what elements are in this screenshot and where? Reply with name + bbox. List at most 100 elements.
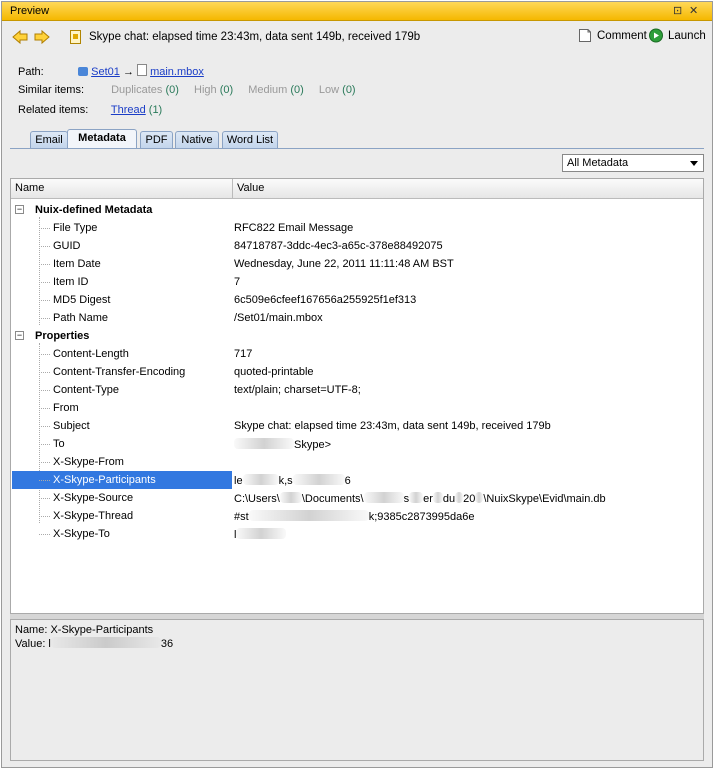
thread-link[interactable]: Thread	[111, 104, 146, 116]
launch-icon	[649, 28, 663, 43]
row-value-text: \Documents\	[301, 493, 364, 505]
column-separator[interactable]	[232, 179, 233, 198]
redacted-text	[279, 492, 302, 503]
row-value: C:\Users\ \Documents\ s er du 20 \NuixSkype\Ev…	[234, 492, 606, 505]
tab-email[interactable]: Email	[30, 131, 68, 148]
table-row[interactable]: Content-Transfer-Encoding quoted-printabl…	[11, 363, 703, 381]
redacted-text	[242, 474, 279, 485]
tree-connector	[39, 390, 50, 391]
group-properties[interactable]: − Properties	[11, 327, 703, 345]
redacted-text	[363, 492, 404, 503]
item-title: Skype chat: elapsed time 23:43m, data se…	[89, 31, 421, 43]
row-name: X-Skype-Source	[53, 492, 134, 504]
collapse-toggle-icon[interactable]: −	[15, 205, 24, 214]
path-file-link[interactable]: main.mbox	[150, 66, 204, 78]
row-value: RFC822 Email Message	[234, 222, 354, 234]
tree-connector	[39, 462, 50, 463]
table-row[interactable]: From	[11, 399, 703, 417]
row-name: MD5 Digest	[53, 294, 111, 306]
low-count: (0)	[342, 84, 356, 96]
row-value: quoted-printable	[234, 366, 314, 378]
medium-link[interactable]: Medium	[248, 84, 287, 96]
close-icon[interactable]: ✕	[689, 4, 698, 17]
table-row[interactable]: X-Skype-Source C:\Users\ \Documents\ s er du…	[11, 489, 703, 507]
tab-native[interactable]: Native	[175, 131, 219, 148]
table-row[interactable]: Content-Type text/plain; charset=UTF-8;	[11, 381, 703, 399]
row-name: X-Skype-From	[53, 456, 124, 468]
path-set-link[interactable]: Set01	[91, 66, 120, 78]
metadata-filter-value: All Metadata	[567, 157, 629, 169]
row-value: #st k;9385c2873995da6e	[234, 510, 475, 523]
group-label: Nuix-defined Metadata	[35, 204, 153, 216]
table-header: Name Value	[11, 179, 703, 199]
row-value-text: Skype>	[294, 439, 331, 451]
row-name: X-Skype-To	[53, 528, 110, 540]
row-value: l	[234, 528, 287, 541]
column-header-value[interactable]: Value	[237, 182, 264, 194]
launch-label: Launch	[668, 30, 706, 42]
duplicates-count: (0)	[165, 84, 179, 96]
row-name: Item ID	[53, 276, 89, 288]
row-name: X-Skype-Thread	[53, 510, 134, 522]
table-row[interactable]: Path Name/Set01/main.mbox	[11, 309, 703, 327]
tab-pdf[interactable]: PDF	[140, 131, 173, 148]
high-link[interactable]: High	[194, 84, 217, 96]
table-row[interactable]: X-Skype-To l	[11, 525, 703, 543]
row-value: 717	[234, 348, 253, 360]
launch-button[interactable]: Launch	[649, 28, 706, 43]
row-value: text/plain; charset=UTF-8;	[234, 384, 361, 396]
tree-connector	[39, 300, 50, 301]
table-row[interactable]: X-Skype-Thread #st k;9385c2873995da6e	[11, 507, 703, 525]
table-row[interactable]: Content-Length 717	[11, 345, 703, 363]
column-header-name[interactable]: Name	[15, 182, 44, 194]
row-value-text: du	[442, 493, 456, 505]
comment-label: Comment	[597, 30, 647, 42]
table-row[interactable]: Subject Skype chat: elapsed time 23:43m, …	[11, 417, 703, 435]
table-row[interactable]: X-Skype-From	[11, 453, 703, 471]
table-row[interactable]: Item Date Wednesday, June 22, 2011 11:11:…	[11, 255, 703, 273]
related-row: Related items: Thread (1)	[18, 104, 162, 116]
table-row[interactable]: To Skype>	[11, 435, 703, 453]
email-item-icon	[70, 30, 81, 44]
collapse-toggle-icon[interactable]: −	[15, 331, 24, 340]
tree-connector	[39, 246, 50, 247]
metadata-filter-select[interactable]: All Metadata	[562, 154, 704, 172]
low-link[interactable]: Low	[319, 84, 339, 96]
back-arrow-icon[interactable]	[12, 29, 28, 45]
table-row[interactable]: File Type RFC822 Email Message	[11, 219, 703, 237]
toolbar: Skype chat: elapsed time 23:43m, data se…	[2, 21, 712, 59]
table-row[interactable]: MD5 Digest 6c509e6cfeef167656a255925f1ef3…	[11, 291, 703, 309]
tree-connector	[39, 498, 50, 499]
redacted-text	[292, 474, 345, 485]
tree-connector	[39, 426, 50, 427]
tree-connector	[39, 372, 50, 373]
row-value: 84718787-3ddc-4ec3-a65c-378e88492075	[234, 240, 443, 252]
row-name: To	[53, 438, 65, 450]
row-value-text: #st	[234, 511, 249, 523]
duplicates-link[interactable]: Duplicates	[111, 84, 162, 96]
tree-connector	[39, 534, 50, 535]
row-value-text: \NuixSkype\Evid\main.db	[483, 493, 606, 505]
forward-arrow-icon[interactable]	[34, 29, 50, 45]
row-value-text: le	[234, 475, 243, 487]
tab-word-list[interactable]: Word List	[222, 131, 278, 148]
group-nuix-metadata[interactable]: − Nuix-defined Metadata	[11, 201, 703, 219]
detail-name: Name: X-Skype-Participants	[15, 624, 154, 636]
row-value: 6c509e6cfeef167656a255925f1ef313	[234, 294, 417, 306]
comment-button[interactable]: Comment	[579, 29, 647, 42]
row-value: Skype chat: elapsed time 23:43m, data se…	[234, 420, 551, 432]
tree-connector	[39, 282, 50, 283]
tab-metadata[interactable]: Metadata	[67, 129, 137, 149]
row-value-text: k,s	[278, 475, 293, 487]
table-row[interactable]: GUID 84718787-3ddc-4ec3-a65c-378e88492075	[11, 237, 703, 255]
table-row-selected[interactable]: X-Skype-Participants le k,s 6	[11, 471, 703, 489]
chevron-down-icon	[690, 161, 698, 166]
redacted-text	[234, 438, 294, 449]
title-bar: Preview ⊡ ✕	[2, 2, 712, 21]
high-count: (0)	[219, 84, 234, 96]
row-name: Subject	[53, 420, 90, 432]
restore-icon[interactable]: ⊡	[673, 4, 682, 17]
path-arrow: →	[122, 66, 134, 78]
detail-value-text: 36	[160, 638, 174, 650]
table-row[interactable]: Item ID 7	[11, 273, 703, 291]
